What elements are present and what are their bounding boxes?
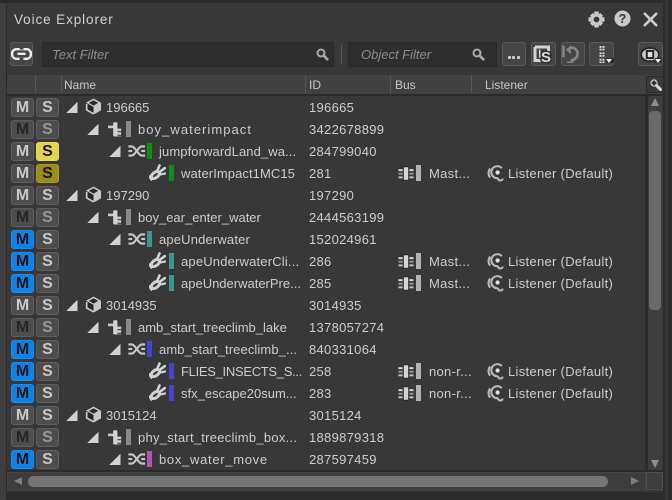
svg-text:S: S (541, 49, 551, 63)
svg-text:?: ? (619, 12, 627, 26)
